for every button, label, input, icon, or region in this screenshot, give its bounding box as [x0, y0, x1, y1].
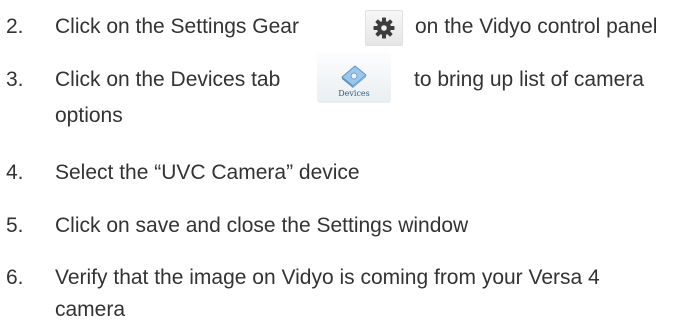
step-text: Select the “UVC Camera” device	[55, 161, 360, 184]
step-text: Click on the Settings Gear	[55, 15, 299, 38]
step-text-continued: camera	[55, 298, 126, 321]
step-number: 2.	[6, 15, 24, 38]
step-number: 3.	[6, 68, 24, 91]
step-text-after: to bring up list of camera	[414, 68, 644, 91]
step-number: 6.	[6, 266, 24, 289]
step-text: Click on save and close the Settings win…	[55, 214, 469, 237]
devices-tab-label: Devices	[338, 89, 370, 98]
step-text-after: on the Vidyo control panel	[415, 15, 658, 38]
step-number: 4.	[6, 161, 24, 184]
step-text: Click on the Devices tab	[55, 68, 281, 91]
gear-icon	[365, 10, 403, 46]
step-text: Verify that the image on Vidyo is coming…	[55, 266, 600, 289]
devices-tab-icon: Devices	[317, 53, 391, 103]
step-text-continued: options	[55, 104, 123, 127]
step-number: 5.	[6, 214, 24, 237]
